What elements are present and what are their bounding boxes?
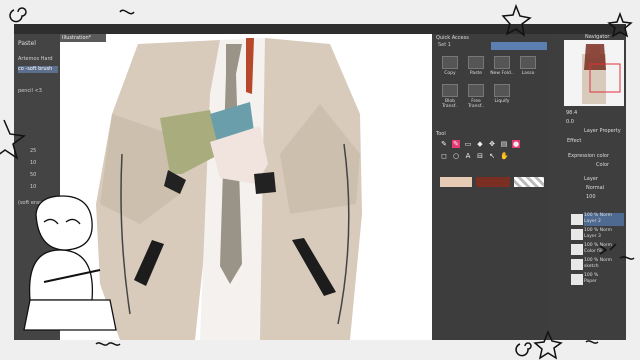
- artist-mascot: [23, 195, 117, 331]
- sparkle-icon: [599, 243, 617, 255]
- scribble-icon: [119, 9, 135, 15]
- star-icon: [607, 11, 633, 38]
- scribble-icon: [585, 340, 599, 344]
- star-icon: [0, 119, 26, 160]
- scribble-icon: [619, 256, 635, 260]
- decorative-doodles: [0, 3, 635, 360]
- spiral-icon: [515, 342, 532, 357]
- star-icon: [501, 3, 532, 37]
- scribble-icon: [95, 342, 121, 346]
- spiral-icon: [9, 7, 27, 23]
- star-icon: [533, 330, 563, 360]
